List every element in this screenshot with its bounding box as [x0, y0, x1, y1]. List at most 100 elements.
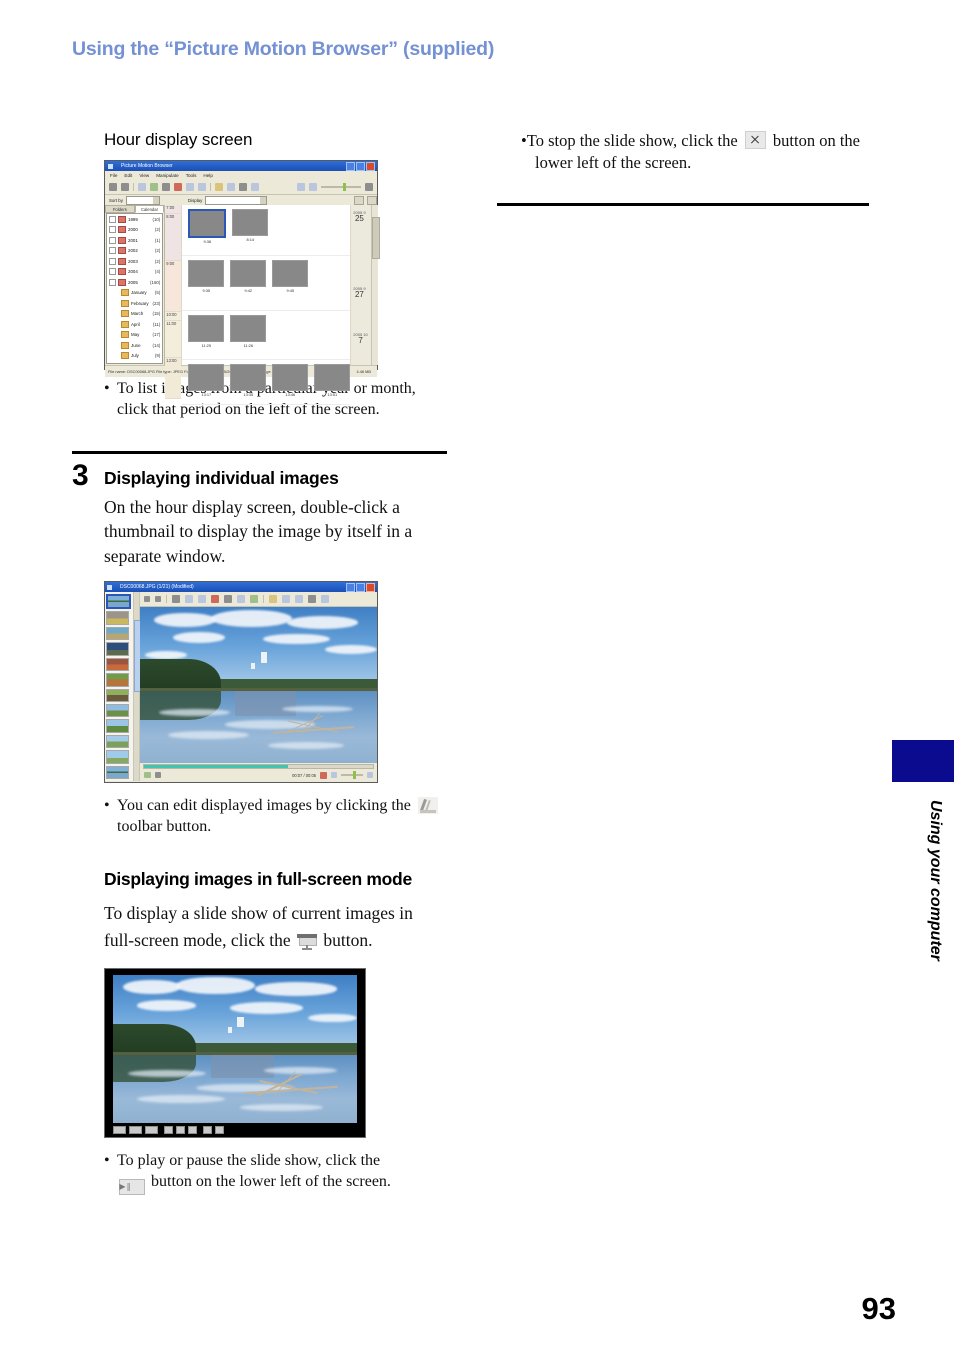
filmstrip-thumb-selected[interactable] [106, 594, 131, 610]
thumbnail-item[interactable]: 9:45 [272, 260, 309, 293]
thumbnail-size-slider[interactable] [321, 183, 361, 191]
menu-tools[interactable]: Tools [186, 173, 197, 178]
filmstrip-thumb[interactable] [106, 657, 129, 672]
filmstrip-thumb[interactable] [106, 642, 129, 656]
filmstrip-panel[interactable] [105, 592, 134, 782]
layout-icon[interactable] [365, 183, 373, 191]
play-pause-icon[interactable] [144, 772, 151, 779]
zoom-icon[interactable] [227, 183, 235, 191]
expand-icon[interactable] [109, 268, 116, 276]
view-mode-icon[interactable] [297, 183, 305, 191]
filmstrip-thumb[interactable] [106, 626, 129, 641]
tab-folders[interactable]: Folders [105, 205, 135, 213]
filmstrip-thumb[interactable] [106, 719, 129, 733]
next-icon[interactable] [145, 1126, 158, 1135]
viewer-photo[interactable] [140, 607, 377, 764]
tree-year-1999[interactable]: 1999 (10) [107, 214, 162, 225]
rotate-icon[interactable] [164, 1126, 173, 1135]
filmstrip-thumb[interactable] [106, 673, 129, 687]
seek-track[interactable] [143, 763, 374, 769]
close-icon[interactable] [215, 1126, 224, 1135]
view-mode-2-icon[interactable] [309, 183, 317, 191]
tree-month-july[interactable]: July (9) [107, 351, 162, 362]
collapse-icon[interactable] [109, 278, 116, 286]
expand-icon[interactable] [109, 215, 116, 223]
previous-image-icon[interactable] [144, 596, 150, 603]
menu-help[interactable]: Help [203, 173, 212, 178]
rotate-right-icon[interactable] [198, 183, 206, 191]
next-image-icon[interactable] [155, 596, 161, 603]
volume-up-icon[interactable] [367, 772, 373, 779]
menu-view[interactable]: View [139, 173, 149, 178]
tree-month-august[interactable]: August (21) [107, 361, 162, 363]
thumbnail-item[interactable]: 9:35 [188, 260, 225, 293]
volume-down-icon[interactable] [331, 772, 337, 779]
slideshow-icon[interactable] [239, 183, 247, 191]
expand-icon[interactable] [109, 226, 116, 234]
edit-image-icon[interactable] [269, 595, 277, 604]
pan-icon[interactable] [224, 595, 232, 604]
zoom-in-icon[interactable] [185, 595, 193, 604]
hour-timeline[interactable]: 7:00 8:00 9:00 10:00 11:00 13:00 9:38 8:… [165, 205, 381, 405]
tree-tabs[interactable]: Folders Calendar [105, 205, 165, 213]
minimize-icon[interactable] [346, 582, 355, 592]
close-icon[interactable] [366, 582, 375, 592]
thumbnail-item[interactable]: 13:46 [272, 364, 309, 397]
thumbnail-item[interactable]: 13:35 [230, 364, 267, 397]
previous-icon[interactable] [129, 1126, 142, 1135]
play-pause-icon[interactable] [113, 1126, 126, 1135]
tab-calendar[interactable]: Calendar [134, 205, 165, 213]
settings-icon[interactable] [203, 1126, 212, 1135]
search-icon[interactable] [251, 183, 259, 191]
tree-year-2004[interactable]: 2004 (4) [107, 267, 162, 278]
back-arrow-icon[interactable] [109, 183, 117, 191]
tree-month-april[interactable]: April (11) [107, 319, 162, 330]
filmstrip-thumb[interactable] [106, 765, 129, 780]
menu-manipulate[interactable]: Manipulate [156, 173, 178, 178]
tree-month-february[interactable]: February (23) [107, 298, 162, 309]
print-icon[interactable] [308, 595, 316, 604]
menu-file[interactable]: File [110, 173, 117, 178]
filmstrip-thumb[interactable] [106, 734, 129, 749]
thumbnail-item[interactable]: 9:42 [230, 260, 267, 293]
tree-month-june[interactable]: June (14) [107, 340, 162, 351]
view-grid-button[interactable] [367, 195, 377, 205]
viewer-seek-bar[interactable] [140, 763, 377, 770]
rotate-right-icon[interactable] [250, 595, 258, 604]
pmb-menu-bar[interactable]: File Edit View Manipulate Tools Help [105, 171, 377, 180]
expand-icon[interactable] [109, 236, 116, 244]
tree-year-2000[interactable]: 2000 (2) [107, 225, 162, 236]
viewer-toolbar[interactable] [140, 592, 377, 608]
tree-month-march[interactable]: March (15) [107, 309, 162, 320]
thumbnail-item[interactable]: 13:17 [188, 364, 225, 397]
close-icon[interactable] [366, 161, 375, 171]
filmstrip-thumb[interactable] [106, 611, 129, 625]
rotate-left-icon[interactable] [237, 595, 245, 604]
export-icon[interactable] [150, 183, 158, 191]
filmstrip-thumb[interactable] [106, 688, 129, 703]
info-icon[interactable] [321, 595, 329, 604]
stop-icon[interactable] [155, 772, 161, 779]
info-icon[interactable] [188, 1126, 197, 1135]
sort-by-select[interactable] [125, 195, 160, 205]
save-icon[interactable] [295, 595, 303, 604]
thumbnail-item[interactable]: 11:26 [230, 315, 267, 348]
thumbnail-item[interactable]: 13:51 [314, 364, 351, 397]
tree-year-2005[interactable]: 2005 (160) [107, 277, 162, 288]
display-select[interactable] [205, 195, 268, 205]
maximize-icon[interactable] [356, 582, 365, 592]
thumbnail-item[interactable]: 11:25 [188, 315, 225, 348]
filmstrip-thumb[interactable] [106, 750, 129, 764]
pmb-toolbar[interactable] [105, 180, 377, 195]
tree-body[interactable]: 1999 (10) 2000 (2) 2001 (1) 2002 (2) 200… [106, 213, 164, 364]
zoom-out-icon[interactable] [198, 595, 206, 604]
volume-slider[interactable] [341, 771, 363, 780]
tree-year-2001[interactable]: 2001 (1) [107, 235, 162, 246]
tree-year-2002[interactable]: 2002 (2) [107, 246, 162, 257]
mute-icon[interactable] [320, 771, 327, 779]
minimize-icon[interactable] [346, 161, 355, 171]
scrollbar-thumb[interactable] [372, 217, 381, 259]
edit-icon[interactable] [215, 183, 223, 191]
zoom-icon[interactable] [176, 1126, 185, 1135]
correct-icon[interactable] [282, 595, 290, 604]
